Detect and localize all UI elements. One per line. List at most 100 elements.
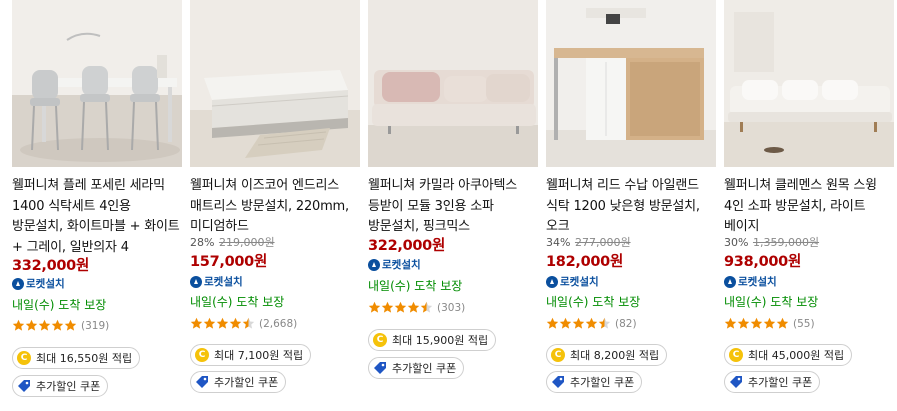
product-rating: (319) (12, 319, 109, 332)
star-icon (750, 317, 763, 329)
pink-sofa-illustration (368, 0, 538, 167)
product-card[interactable]: 웰퍼니쳐 카밀라 아쿠아텍스 등받이 모듈 3인용 소파 방문설치, 핑크믹스 … (368, 0, 538, 411)
product-rating: (303) (368, 301, 465, 314)
star-icon (64, 319, 77, 331)
product-title[interactable]: 웰퍼니쳐 카밀라 아쿠아텍스 등받이 모듈 3인용 소파 방문설치, 핑크믹스 (368, 176, 538, 238)
island-table-illustration (546, 0, 716, 167)
star-icon (737, 317, 750, 329)
product-price: 938,000원 (724, 254, 801, 270)
product-image-dining-table-set[interactable] (12, 0, 182, 167)
star-icon (724, 317, 737, 329)
coupon-button[interactable]: 추가할인 쿠폰 (724, 371, 821, 393)
coupon-tag-icon (552, 376, 564, 388)
star-icon (559, 317, 572, 329)
rocket-install-label: 로켓설치 (26, 278, 65, 290)
original-price: 277,000원 (574, 236, 631, 249)
coupon-button[interactable]: 추가할인 쿠폰 (12, 375, 109, 397)
star-icon (203, 317, 216, 329)
rocket-icon (546, 275, 558, 288)
star-icon (572, 317, 585, 329)
rocket-install-label: 로켓설치 (560, 276, 599, 288)
delivery-guarantee: 내일(수) 도착 보장 (190, 295, 285, 309)
product-image-island-table[interactable] (546, 0, 716, 167)
coupon-text: 추가할인 쿠폰 (570, 376, 635, 389)
product-price: 322,000원 (368, 238, 445, 254)
coupon-button[interactable]: 추가할인 쿠폰 (368, 357, 465, 379)
discount-info: 34% 277,000원 (546, 234, 631, 250)
reward-text: 최대 7,100원 적립 (214, 349, 304, 362)
reward-badge: C 최대 45,000원 적립 (724, 344, 853, 366)
reward-text: 최대 45,000원 적립 (748, 349, 845, 362)
star-icon (598, 317, 611, 329)
product-card[interactable]: 웰퍼니쳐 이즈코어 엔드리스 매트리스 방문설치, 220mm, 미디엄하드 2… (190, 0, 360, 411)
reward-badge: C 최대 15,900원 적립 (368, 329, 497, 351)
discount-rate: 34% (546, 236, 571, 249)
star-rating (12, 319, 77, 332)
star-icon (776, 317, 789, 329)
star-icon (242, 317, 255, 329)
coin-icon: C (729, 348, 743, 362)
rocket-icon (190, 275, 202, 288)
coupon-button[interactable]: 추가할인 쿠폰 (190, 371, 287, 393)
star-icon (190, 317, 203, 329)
star-rating (724, 317, 789, 330)
product-title[interactable]: 웰퍼니쳐 리드 수납 아일랜드 식탁 1200 낮은형 방문설치, 오크 (546, 176, 716, 238)
rocket-icon (368, 258, 380, 271)
star-icon (585, 317, 598, 329)
coin-icon: C (551, 348, 565, 362)
reward-badge: C 최대 8,200원 적립 (546, 344, 668, 366)
product-image-beige-sofa[interactable] (724, 0, 894, 167)
review-count: (82) (615, 317, 637, 330)
coin-icon: C (17, 351, 31, 365)
coupon-tag-icon (196, 376, 208, 388)
product-title[interactable]: 웰퍼니쳐 클레멘스 원목 스윙 4인 소파 방문설치, 라이트 베이지 (724, 176, 894, 238)
product-grid: 웰퍼니쳐 플레 포세린 세라믹 1400 식탁세트 4인용 방문설치, 화이트마… (0, 0, 897, 411)
product-image-mattress[interactable] (190, 0, 360, 167)
discount-info: 30% 1,359,000원 (724, 234, 819, 250)
product-rating: (2,668) (190, 317, 297, 330)
coupon-button[interactable]: 추가할인 쿠폰 (546, 371, 643, 393)
star-icon (12, 319, 25, 331)
discount-rate: 28% (190, 236, 215, 249)
star-icon (51, 319, 64, 331)
product-card[interactable]: 웰퍼니쳐 클레멘스 원목 스윙 4인 소파 방문설치, 라이트 베이지 30% … (724, 0, 894, 411)
rocket-install-badge: 로켓설치 (724, 274, 777, 289)
rocket-install-label: 로켓설치 (738, 276, 777, 288)
product-price: 157,000원 (190, 254, 267, 270)
reward-badge: C 최대 7,100원 적립 (190, 344, 312, 366)
product-title[interactable]: 웰퍼니쳐 이즈코어 엔드리스 매트리스 방문설치, 220mm, 미디엄하드 (190, 176, 360, 238)
rocket-icon (724, 275, 736, 288)
star-icon (546, 317, 559, 329)
star-rating (546, 317, 611, 330)
star-icon (381, 301, 394, 313)
product-card[interactable]: 웰퍼니쳐 리드 수납 아일랜드 식탁 1200 낮은형 방문설치, 오크 34%… (546, 0, 716, 411)
coupon-text: 추가할인 쿠폰 (748, 376, 813, 389)
star-icon (38, 319, 51, 331)
star-icon (25, 319, 38, 331)
original-price: 219,000원 (218, 236, 275, 249)
rocket-install-label: 로켓설치 (204, 276, 243, 288)
coupon-tag-icon (374, 362, 386, 374)
star-icon (420, 301, 433, 313)
coupon-text: 추가할인 쿠폰 (214, 376, 279, 389)
review-count: (319) (81, 319, 110, 332)
star-rating (190, 317, 255, 330)
delivery-guarantee: 내일(수) 도착 보장 (724, 295, 819, 309)
rocket-install-badge: 로켓설치 (546, 274, 599, 289)
reward-text: 최대 8,200원 적립 (570, 349, 660, 362)
product-card[interactable]: 웰퍼니쳐 플레 포세린 세라믹 1400 식탁세트 4인용 방문설치, 화이트마… (12, 0, 182, 411)
product-price: 182,000원 (546, 254, 623, 270)
discount-rate: 30% (724, 236, 749, 249)
product-price: 332,000원 (12, 258, 89, 274)
product-title[interactable]: 웰퍼니쳐 플레 포세린 세라믹 1400 식탁세트 4인용 방문설치, 화이트마… (12, 176, 182, 258)
star-icon (229, 317, 242, 329)
coupon-text: 추가할인 쿠폰 (36, 380, 101, 393)
rocket-install-badge: 로켓설치 (368, 257, 421, 272)
delivery-guarantee: 내일(수) 도착 보장 (12, 298, 107, 312)
star-icon (407, 301, 420, 313)
product-image-pink-sofa[interactable] (368, 0, 538, 167)
rocket-install-badge: 로켓설치 (12, 276, 65, 291)
review-count: (2,668) (259, 317, 298, 330)
review-count: (55) (793, 317, 815, 330)
dining-table-illustration (12, 0, 182, 167)
